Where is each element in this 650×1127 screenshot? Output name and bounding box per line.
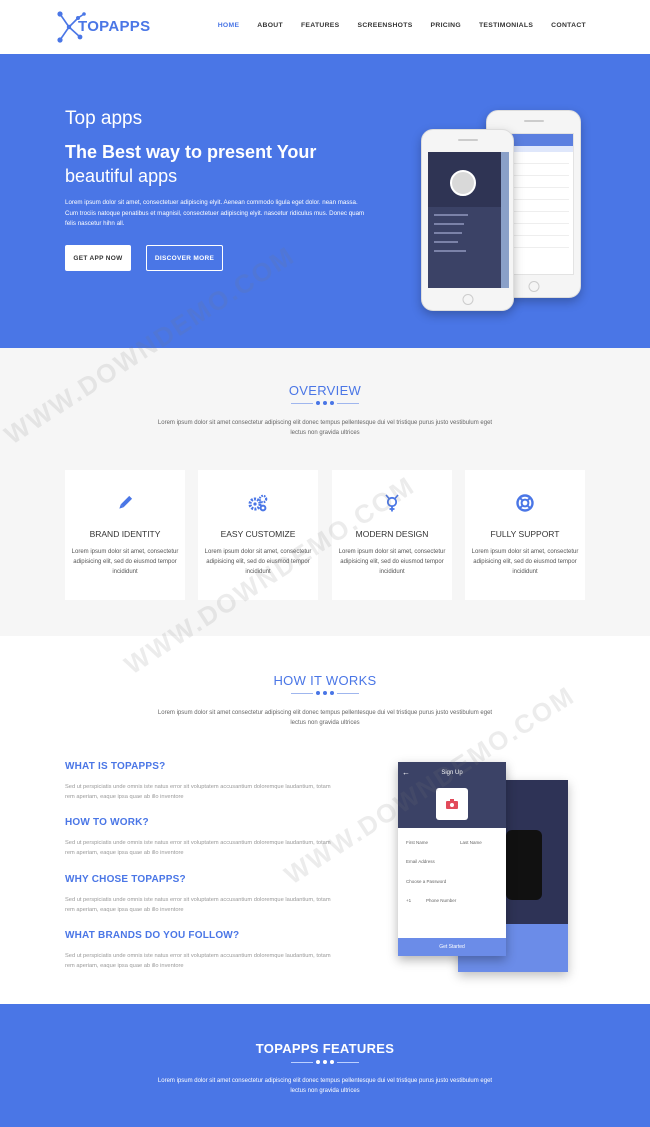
mockup-back-photo: [506, 830, 542, 900]
phone-speaker: [457, 139, 478, 141]
card-title: MODERN DESIGN: [355, 529, 429, 539]
card-title: FULLY SUPPORT: [490, 529, 560, 539]
nav-home[interactable]: HOME: [218, 22, 240, 29]
card-text: Lorem ipsum dolor sit amet, consectetur …: [71, 549, 179, 575]
signup-header-title: Sign Up: [441, 770, 463, 776]
faq-title-why-chose: WHY CHOSE TOPAPPS?: [65, 874, 186, 885]
card-title: BRAND IDENTITY: [89, 529, 161, 539]
nav-screenshots[interactable]: SCREENSHOTS: [357, 22, 412, 29]
overview-divider: [0, 401, 650, 405]
feature-card-fully-support: FULLY SUPPORT Lorem ipsum dolor sit amet…: [465, 470, 585, 600]
get-started-button[interactable]: Get Started: [398, 938, 506, 956]
nav-features[interactable]: FEATURES: [301, 22, 340, 29]
logo-text: TOPAPPS: [78, 18, 151, 35]
features-section: [0, 1004, 650, 1127]
hero-title: The Best way to present Your: [65, 142, 317, 162]
faq-text: Sed ut perspiciatis unde omnis iste natu…: [65, 953, 331, 969]
features-divider: [0, 1060, 650, 1064]
mockup-signup-screen: ← Sign Up First Name Last Name Email Add…: [398, 762, 506, 956]
hero-phone-front: [421, 129, 514, 311]
hero-description: Lorem ipsum dolor sit amet, consectetuer…: [65, 199, 365, 227]
nav-contact[interactable]: CONTACT: [551, 22, 586, 29]
how-description: Lorem ipsum dolor sit amet consectetur a…: [157, 710, 493, 726]
feature-card-brand-identity: BRAND IDENTITY Lorem ipsum dolor sit ame…: [65, 470, 185, 600]
page: TOPAPPS HOME ABOUT FEATURES SCREENSHOTS …: [0, 0, 650, 1127]
menu-items: [434, 214, 494, 252]
how-divider: [0, 691, 650, 695]
how-title: HOW IT WORKS: [273, 673, 377, 688]
navbar: TOPAPPS HOME ABOUT FEATURES SCREENSHOTS …: [0, 0, 650, 54]
faq-title-what-is: WHAT IS TOPAPPS?: [65, 761, 166, 772]
features-title: TOPAPPS FEATURES: [255, 1041, 395, 1056]
profile-avatar: [450, 170, 476, 196]
nav-testimonials[interactable]: TESTIMONIALS: [479, 22, 533, 29]
pencil-icon: [65, 494, 185, 512]
card-title: EASY CUSTOMIZE: [220, 529, 296, 539]
hero-section: Top apps The Best way to present Your be…: [0, 54, 650, 348]
phone-home-button: [462, 294, 473, 305]
hero-kicker: Top apps: [65, 108, 143, 129]
hero-subtitle: beautiful apps: [65, 166, 178, 186]
gears-icon: [198, 494, 318, 512]
discover-more-button[interactable]: DISCOVER MORE: [146, 245, 223, 271]
phone-number-field[interactable]: Phone Number: [426, 898, 456, 903]
phone-screen-menu: [428, 152, 503, 288]
email-field[interactable]: Email Address: [406, 859, 435, 864]
phone-code-field[interactable]: +1: [406, 898, 411, 903]
lifebuoy-icon: [465, 494, 585, 512]
faq-text: Sed ut perspiciatis unde omnis iste natu…: [65, 784, 331, 800]
phone-speaker: [523, 120, 544, 122]
phone-side-strip: [501, 152, 509, 288]
gender-symbol-icon: [332, 494, 452, 512]
camera-icon[interactable]: [436, 788, 468, 820]
password-field[interactable]: Choose a Password: [406, 879, 446, 884]
card-text: Lorem ipsum dolor sit amet, consectetur …: [338, 549, 446, 575]
last-name-field[interactable]: Last Name: [460, 840, 482, 845]
overview-title: OVERVIEW: [288, 383, 362, 398]
phone-home-button: [528, 281, 539, 292]
faq-title-how-to-work: HOW TO WORK?: [65, 817, 149, 828]
feature-card-easy-customize: EASY CUSTOMIZE Lorem ipsum dolor sit ame…: [198, 470, 318, 600]
signup-header: ← Sign Up: [398, 762, 506, 828]
features-description: Lorem ipsum dolor sit amet consectetur a…: [157, 1078, 493, 1094]
overview-description: Lorem ipsum dolor sit amet consectetur a…: [157, 420, 493, 436]
logo[interactable]: TOPAPPS: [56, 10, 151, 44]
faq-title-brands: WHAT BRANDS DO YOU FOLLOW?: [65, 930, 240, 941]
nav-about[interactable]: ABOUT: [257, 22, 283, 29]
faq-text: Sed ut perspiciatis unde omnis iste natu…: [65, 840, 331, 856]
get-app-now-button[interactable]: GET APP NOW: [65, 245, 131, 271]
card-text: Lorem ipsum dolor sit amet, consectetur …: [204, 549, 312, 575]
faq-text: Sed ut perspiciatis unde omnis iste natu…: [65, 897, 331, 913]
card-text: Lorem ipsum dolor sit amet, consectetur …: [471, 549, 579, 575]
nav-pricing[interactable]: PRICING: [431, 22, 461, 29]
feature-card-modern-design: MODERN DESIGN Lorem ipsum dolor sit amet…: [332, 470, 452, 600]
main-menu: HOME ABOUT FEATURES SCREENSHOTS PRICING …: [218, 22, 586, 29]
first-name-field[interactable]: First Name: [406, 840, 428, 845]
